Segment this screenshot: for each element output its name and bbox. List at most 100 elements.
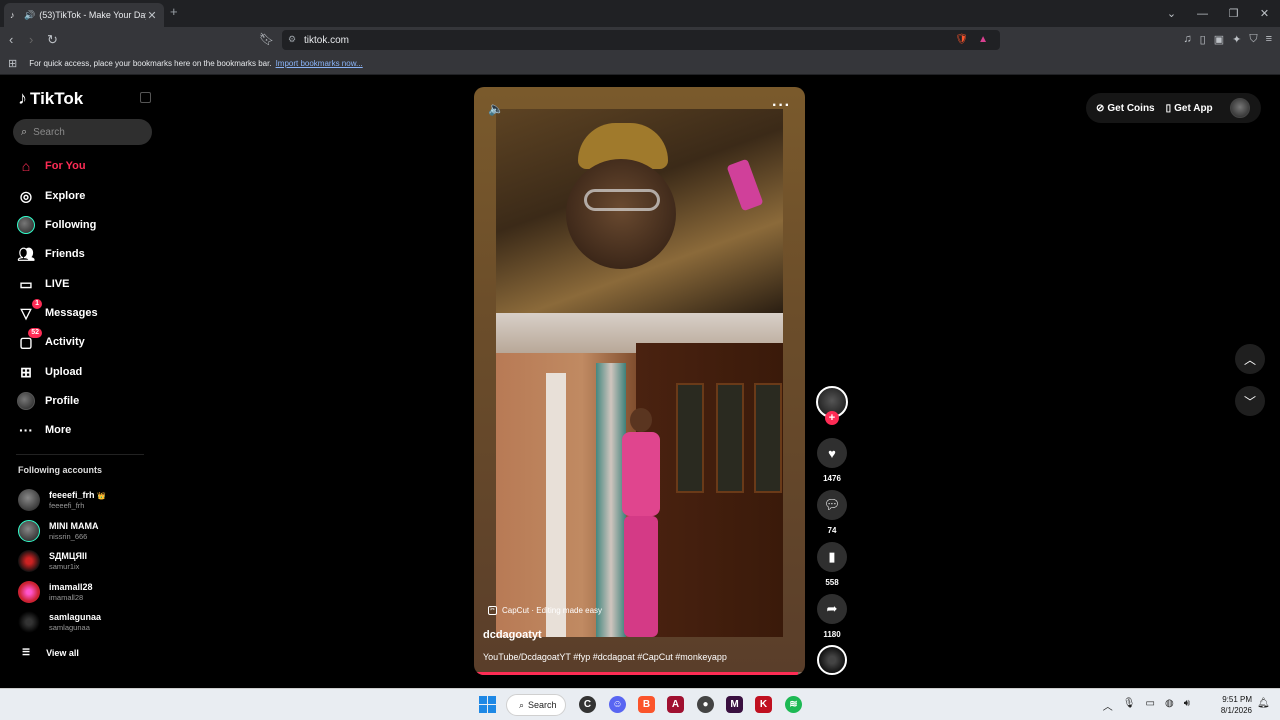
bookmarks-message: For quick access, place your bookmarks h… (29, 59, 272, 68)
music-disc[interactable] (817, 645, 847, 675)
follow-plus-icon[interactable]: + (825, 411, 839, 425)
network-icon[interactable]: ◍ (1165, 698, 1174, 713)
account-handle: samlagunaa (49, 623, 90, 632)
video-author[interactable]: dcdagoatyt (483, 629, 542, 641)
app-icon[interactable]: M (726, 696, 743, 713)
notification-icon[interactable]: 🔔︎ (1257, 698, 1270, 709)
video-caption[interactable]: YouTube/DcdagoatYT #fyp #dcdagoat #CapCu… (483, 652, 727, 662)
display-icon[interactable]: ▭ (1146, 698, 1155, 713)
forward-icon[interactable]: › (29, 32, 33, 47)
volume-icon[interactable]: 🔈 (488, 101, 504, 117)
account-handle: nissrin_666 (49, 532, 88, 541)
browser-toolbar: ‹ › ↻ 🔖︎ ⚙ tiktok.com 🛡 ▲ ♫ ▯ ▣ ✦ ⛉ ≡ (0, 27, 1280, 53)
spotify-icon[interactable]: ≋ (785, 696, 802, 713)
sidebar-item-profile[interactable]: Profile (16, 389, 79, 413)
collapse-sidebar-icon[interactable] (140, 92, 151, 103)
following-account[interactable]: samlagunaa samlagunaa (18, 609, 101, 635)
media-icon[interactable]: ♫ (1183, 33, 1191, 46)
live-icon: ▭ (19, 275, 33, 292)
bookmark-icon[interactable]: 🔖︎ (259, 32, 274, 46)
maximize-icon[interactable]: ❐ (1218, 7, 1249, 20)
sidebar-item-explore[interactable]: ◎ Explore (16, 184, 85, 208)
clock[interactable]: 9:51 PM 8/1/2026 (1216, 694, 1252, 716)
messages-badge: 1 (32, 299, 42, 309)
tiktok-logo[interactable]: ♪ TikTok (18, 88, 83, 109)
address-bar[interactable]: ⚙ tiktok.com 🛡 ▲ (282, 30, 1000, 50)
app-icon[interactable]: A (667, 696, 684, 713)
capcut-icon: ✂ (488, 606, 497, 615)
share-button[interactable]: ➦ (817, 594, 847, 624)
account-handle: imamall28 (49, 593, 84, 602)
sidebar-item-activity[interactable]: ▢ 52 Activity (16, 328, 85, 354)
get-coins-label: Get Coins (1107, 102, 1155, 114)
volume-tray-icon[interactable]: 🔊︎ (1184, 698, 1190, 713)
video-top-frame (496, 109, 783, 313)
following-account[interactable]: MINI MAMA nissrin_666 (18, 518, 99, 544)
sidebar-item-label: Profile (45, 395, 80, 407)
brave-icon[interactable]: B (638, 696, 655, 713)
video-more-icon[interactable]: ··· (772, 97, 791, 115)
following-account[interactable]: SДMЦЯII samur1ix (18, 548, 87, 574)
menu-icon[interactable]: ≡ (1266, 33, 1272, 46)
sidebar-item-more[interactable]: ··· More (16, 418, 71, 442)
apps-grid-icon[interactable]: ⊞ (8, 57, 17, 70)
sidebar-item-live[interactable]: ▭ LIVE (16, 272, 69, 296)
video-player[interactable]: 🔈 ··· ✂ CapCut · Editing made easy dcdag… (474, 87, 805, 675)
sidebar-item-upload[interactable]: ⊞ Upload (16, 360, 82, 384)
sidebar-icon[interactable]: ▯ (1200, 33, 1206, 46)
face-shape (566, 159, 676, 269)
crown-icon: 👑 (97, 493, 106, 500)
view-all-button[interactable]: ☰ View all (22, 647, 79, 658)
new-tab-icon[interactable]: + (170, 4, 178, 19)
wallet-icon[interactable]: ▣ (1214, 33, 1224, 46)
sidebar-item-messages[interactable]: ▽ 1 Messages (16, 299, 98, 325)
sidebar-item-friends[interactable]: 👥︎ Friends (16, 242, 85, 266)
taskbar-search[interactable]: ⌕ Search (506, 694, 566, 716)
video-bottom-frame (496, 313, 783, 637)
tab-list-icon[interactable]: ⌄ (1156, 7, 1187, 20)
sidebar-item-label: For You (45, 160, 86, 172)
person-shape (618, 408, 664, 637)
import-bookmarks-link[interactable]: Import bookmarks now... (276, 59, 363, 68)
video-progress-bar[interactable] (474, 672, 805, 675)
capcut-tag[interactable]: ✂ CapCut · Editing made easy (488, 606, 602, 615)
search-placeholder: Search (33, 126, 65, 138)
next-video-button[interactable]: ﹀ (1235, 386, 1265, 416)
save-button[interactable]: ▮ (817, 542, 847, 572)
search-input[interactable]: ⌕ Search (13, 119, 152, 145)
comment-button[interactable]: 💬︎ (817, 490, 847, 520)
previous-video-button[interactable]: ︿ (1235, 344, 1265, 374)
leo-ai-icon[interactable]: ✦ (1232, 33, 1241, 46)
app-icon[interactable]: K (755, 696, 772, 713)
start-button[interactable] (479, 696, 496, 713)
microphone-icon[interactable]: 🎙︎ (1123, 698, 1136, 713)
app-icon[interactable]: ● (697, 696, 714, 713)
close-tab-icon[interactable]: ✕ (146, 9, 158, 22)
following-account[interactable]: imamall28 imamall28 (18, 579, 93, 605)
vpn-icon[interactable]: ⛉ (1249, 33, 1257, 46)
close-window-icon[interactable]: ✕ (1249, 7, 1280, 20)
brave-shields-icon[interactable]: 🛡 (955, 34, 968, 45)
back-icon[interactable]: ‹ (9, 32, 13, 47)
app-icon[interactable]: C (579, 696, 596, 713)
like-count: 1476 (823, 474, 841, 483)
show-hidden-icons[interactable]: ︿ (1103, 698, 1113, 713)
user-avatar[interactable] (1230, 98, 1250, 118)
get-coins-button[interactable]: ⊘ Get Coins (1096, 103, 1155, 114)
site-info-icon[interactable]: ⚙ (288, 34, 296, 45)
phone-icon: ▯ (1165, 102, 1172, 114)
minimize-icon[interactable]: — (1187, 8, 1218, 20)
sidebar-item-following[interactable]: Following (16, 213, 96, 237)
sidebar-item-for-you[interactable]: ⌂ For You (16, 154, 86, 178)
like-button[interactable]: ♥ (817, 438, 847, 468)
sidebar-item-label: Upload (45, 366, 83, 378)
brave-rewards-icon[interactable]: ▲ (978, 34, 988, 45)
get-app-button[interactable]: ▯ Get App (1166, 103, 1213, 114)
tiktok-page: ♪ TikTok ⌕ Search ⌂ For You ◎ Explore Fo… (0, 76, 1280, 688)
browser-tab[interactable]: ♪ 🔊 (53)TikTok - Make Your Day ✕ (4, 3, 164, 27)
speaker-icon[interactable]: 🔊 (24, 10, 35, 21)
reload-icon[interactable]: ↻ (47, 32, 58, 48)
discord-icon[interactable]: ☺ (609, 696, 626, 713)
following-account[interactable]: feeeefi_frh 👑 feeeefi_frh (18, 487, 106, 513)
top-right-actions: ⊘ Get Coins ▯ Get App (1086, 93, 1261, 123)
